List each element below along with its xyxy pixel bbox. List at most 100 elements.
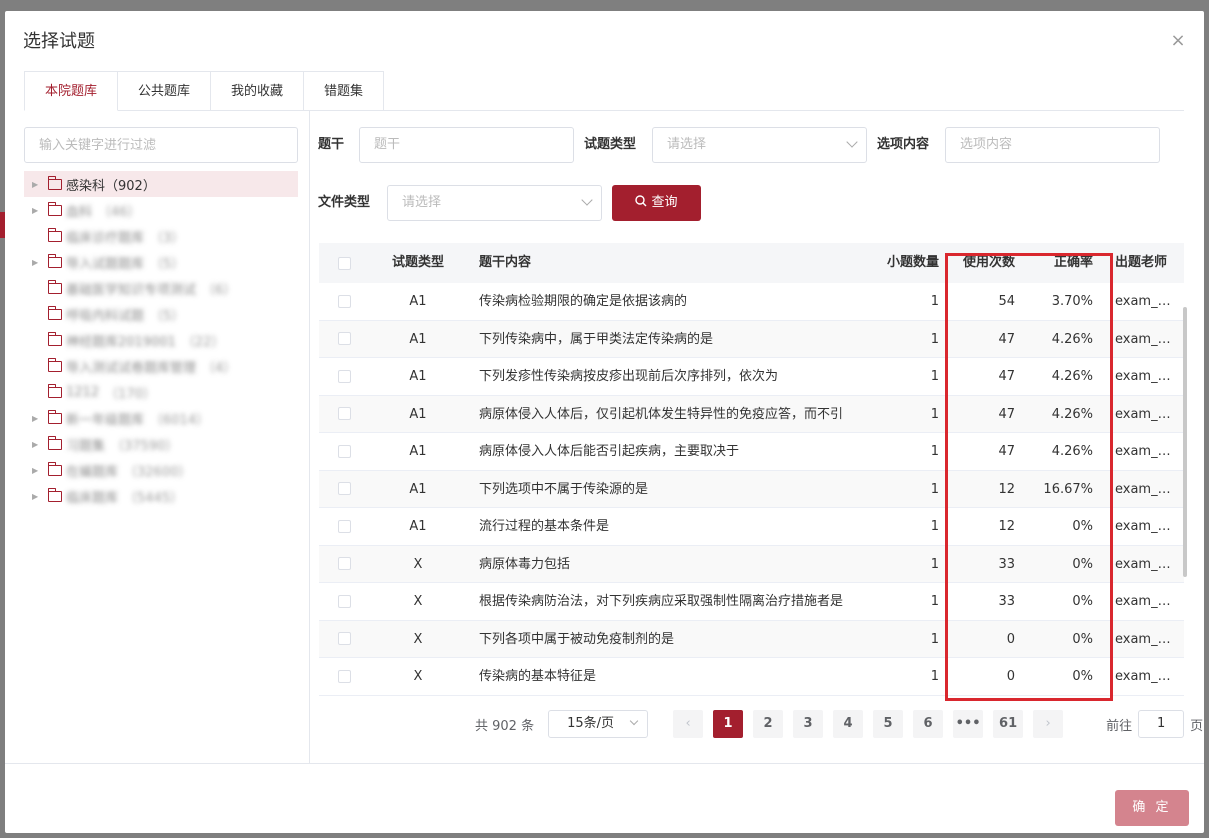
table-row[interactable]: X 传染病的基本特征是 1 0 0% exam_… <box>319 658 1184 696</box>
caret-right-icon[interactable]: ▶ <box>32 466 44 475</box>
bank-tabs: 本院题库 公共题库 我的收藏 错题集 <box>24 71 1184 111</box>
file-type-select[interactable]: 请选择 <box>387 185 602 221</box>
stem-input[interactable]: 题干 <box>359 127 574 163</box>
folder-icon <box>48 409 62 424</box>
close-icon[interactable]: × <box>1170 32 1186 50</box>
tree-node[interactable]: 神经题库2019001 （22） <box>24 327 298 353</box>
tree-node[interactable]: ▶ 导入试题题库 （5） <box>24 249 298 275</box>
query-button[interactable]: 查询 <box>612 185 701 221</box>
cell-sub-count: 1 <box>930 444 939 459</box>
tree-node[interactable]: ▶ 习题集 （37590） <box>24 431 298 457</box>
cell-use-count: 0 <box>1006 631 1015 647</box>
cell-accuracy: 0% <box>1072 519 1093 534</box>
row-checkbox[interactable] <box>337 482 351 496</box>
table-row[interactable]: X 病原体毒力包括 1 33 0% exam_… <box>319 545 1184 583</box>
prev-page-button[interactable]: ‹ <box>673 710 704 738</box>
cell-type: A1 <box>409 369 427 384</box>
caret-right-icon[interactable]: ▶ <box>32 206 44 215</box>
row-checkbox[interactable] <box>337 332 351 346</box>
tree-filter-input[interactable] <box>24 127 298 163</box>
table-row[interactable]: X 根据传染病防治法，对下列疾病应采取强制性隔离治疗措施者是 1 33 0% exam_… <box>319 583 1184 621</box>
cell-content: 流行过程的基本条件是 <box>479 519 610 534</box>
page-size-select[interactable]: 15条/页 <box>548 710 649 738</box>
cell-content: 病原体毒力包括 <box>479 556 571 572</box>
table-row[interactable]: A1 病原体侵入人体后，仅引起机体发生特异性的免疫应答，而不引 1 47 4.26% ex… <box>319 395 1184 433</box>
page-button[interactable]: 3 <box>793 710 824 738</box>
cell-teacher: exam_… <box>1115 369 1171 384</box>
category-tree-pane: ▶ 感染科（902） ▶ 血科 （46） 临床诊疗题库 （3） ▶ 导入试题题库 （5） 基础医学知… <box>24 111 310 763</box>
tree-node-label: 新一年级题库 <box>66 412 145 428</box>
row-checkbox[interactable] <box>337 669 351 683</box>
goto-page-input[interactable]: 1 <box>1138 710 1185 738</box>
tree-node[interactable]: ▶ 新一年级题库 （6014） <box>24 405 298 431</box>
page-button[interactable]: 61 <box>993 710 1024 738</box>
table-row[interactable]: A1 下列发疹性传染病按皮疹出现前后次序排列，依次为 1 47 4.26% exam_… <box>319 358 1184 396</box>
tree-node[interactable]: 临床诊疗题库 （3） <box>24 223 298 249</box>
row-checkbox[interactable] <box>337 407 351 421</box>
row-checkbox[interactable] <box>337 632 351 646</box>
cell-use-count: 33 <box>998 594 1015 609</box>
folder-icon <box>48 305 62 320</box>
caret-right-icon[interactable]: ▶ <box>32 258 44 267</box>
row-checkbox[interactable] <box>337 444 351 458</box>
row-checkbox[interactable] <box>337 594 351 608</box>
tab-3[interactable]: 错题集 <box>304 71 385 111</box>
tree-node-label: 1212 <box>66 384 100 400</box>
page-button[interactable]: 6 <box>913 710 944 738</box>
tree-node[interactable]: 1212 （170） <box>24 379 298 405</box>
cell-content: 根据传染病防治法，对下列疾病应采取强制性隔离治疗措施者是 <box>479 594 844 609</box>
page-button[interactable]: 1 <box>713 710 744 738</box>
caret-right-icon[interactable]: ▶ <box>32 492 44 501</box>
row-checkbox[interactable] <box>337 557 351 571</box>
folder-icon <box>48 487 62 502</box>
tree-node-count: （22） <box>181 334 225 350</box>
caret-right-icon[interactable]: ▶ <box>32 180 44 189</box>
table-scrollbar[interactable] <box>1183 307 1187 577</box>
row-checkbox[interactable] <box>337 519 351 533</box>
table-row[interactable]: A1 传染病检验期限的确定是依据该病的 1 54 3.70% exam_… <box>319 283 1184 321</box>
question-type-select[interactable]: 请选择 <box>652 127 867 163</box>
row-checkbox[interactable] <box>337 369 351 383</box>
tab-1[interactable]: 公共题库 <box>118 71 212 111</box>
cell-sub-count: 1 <box>930 331 939 347</box>
cell-use-count: 47 <box>998 331 1015 347</box>
cell-teacher: exam_… <box>1115 669 1171 684</box>
table-row[interactable]: X 下列各项中属于被动免疫制剂的是 1 0 0% exam_… <box>319 620 1184 658</box>
tree-node-label: 呼吸内科试题 <box>66 308 145 324</box>
select-all-checkbox[interactable] <box>337 256 351 270</box>
table-row[interactable]: A1 流行过程的基本条件是 1 12 0% exam_… <box>319 508 1184 546</box>
tree-node[interactable]: ▶ 在编题库 （32600） <box>24 457 298 483</box>
cell-type: A1 <box>409 481 427 497</box>
header-sub-count: 小题数量 <box>886 255 939 270</box>
file-type-label: 文件类型 <box>318 195 371 210</box>
tree-node[interactable]: ▶ 血科 （46） <box>24 197 298 223</box>
tab-0[interactable]: 本院题库 <box>24 71 119 111</box>
tree-node[interactable]: ▶ 临床题库 （5445） <box>24 483 298 509</box>
tree-node[interactable]: 导入测试试卷题库管理 （4） <box>24 353 298 379</box>
table-row[interactable]: A1 病原体侵入人体后能否引起疾病，主要取决于 1 47 4.26% exam_… <box>319 433 1184 471</box>
confirm-button[interactable]: 确 定 <box>1115 790 1189 826</box>
page-button[interactable]: 5 <box>873 710 904 738</box>
cell-teacher: exam_… <box>1115 444 1171 459</box>
tree-node-count: （6） <box>202 282 237 298</box>
caret-right-icon[interactable]: ▶ <box>32 440 44 449</box>
cell-use-count: 12 <box>998 519 1015 534</box>
cell-sub-count: 1 <box>930 594 939 609</box>
table-row[interactable]: A1 下列选项中不属于传染源的是 1 12 16.67% exam_… <box>319 470 1184 508</box>
next-page-button[interactable]: › <box>1033 710 1064 738</box>
table-body: A1 传染病检验期限的确定是依据该病的 1 54 3.70% exam_… A1 下列传染病中… <box>319 283 1184 696</box>
tree-node[interactable]: 基础医学知识专项测试 （6） <box>24 275 298 301</box>
cell-accuracy: 0% <box>1072 556 1093 572</box>
page-button[interactable]: 4 <box>833 710 864 738</box>
more-pages-button[interactable]: ••• <box>953 710 984 738</box>
tab-2[interactable]: 我的收藏 <box>211 71 305 111</box>
option-content-input[interactable]: 选项内容 <box>945 127 1160 163</box>
tree-node[interactable]: ▶ 感染科 （902） <box>24 171 298 197</box>
tree-node[interactable]: 呼吸内科试题 （5） <box>24 301 298 327</box>
table-row[interactable]: A1 下列传染病中，属于甲类法定传染病的是 1 47 4.26% exam_… <box>319 320 1184 358</box>
caret-right-icon[interactable]: ▶ <box>32 414 44 423</box>
page-button[interactable]: 2 <box>753 710 784 738</box>
stem-label: 题干 <box>318 137 345 152</box>
tree-node-count: （902） <box>105 178 156 194</box>
row-checkbox[interactable] <box>337 294 351 308</box>
